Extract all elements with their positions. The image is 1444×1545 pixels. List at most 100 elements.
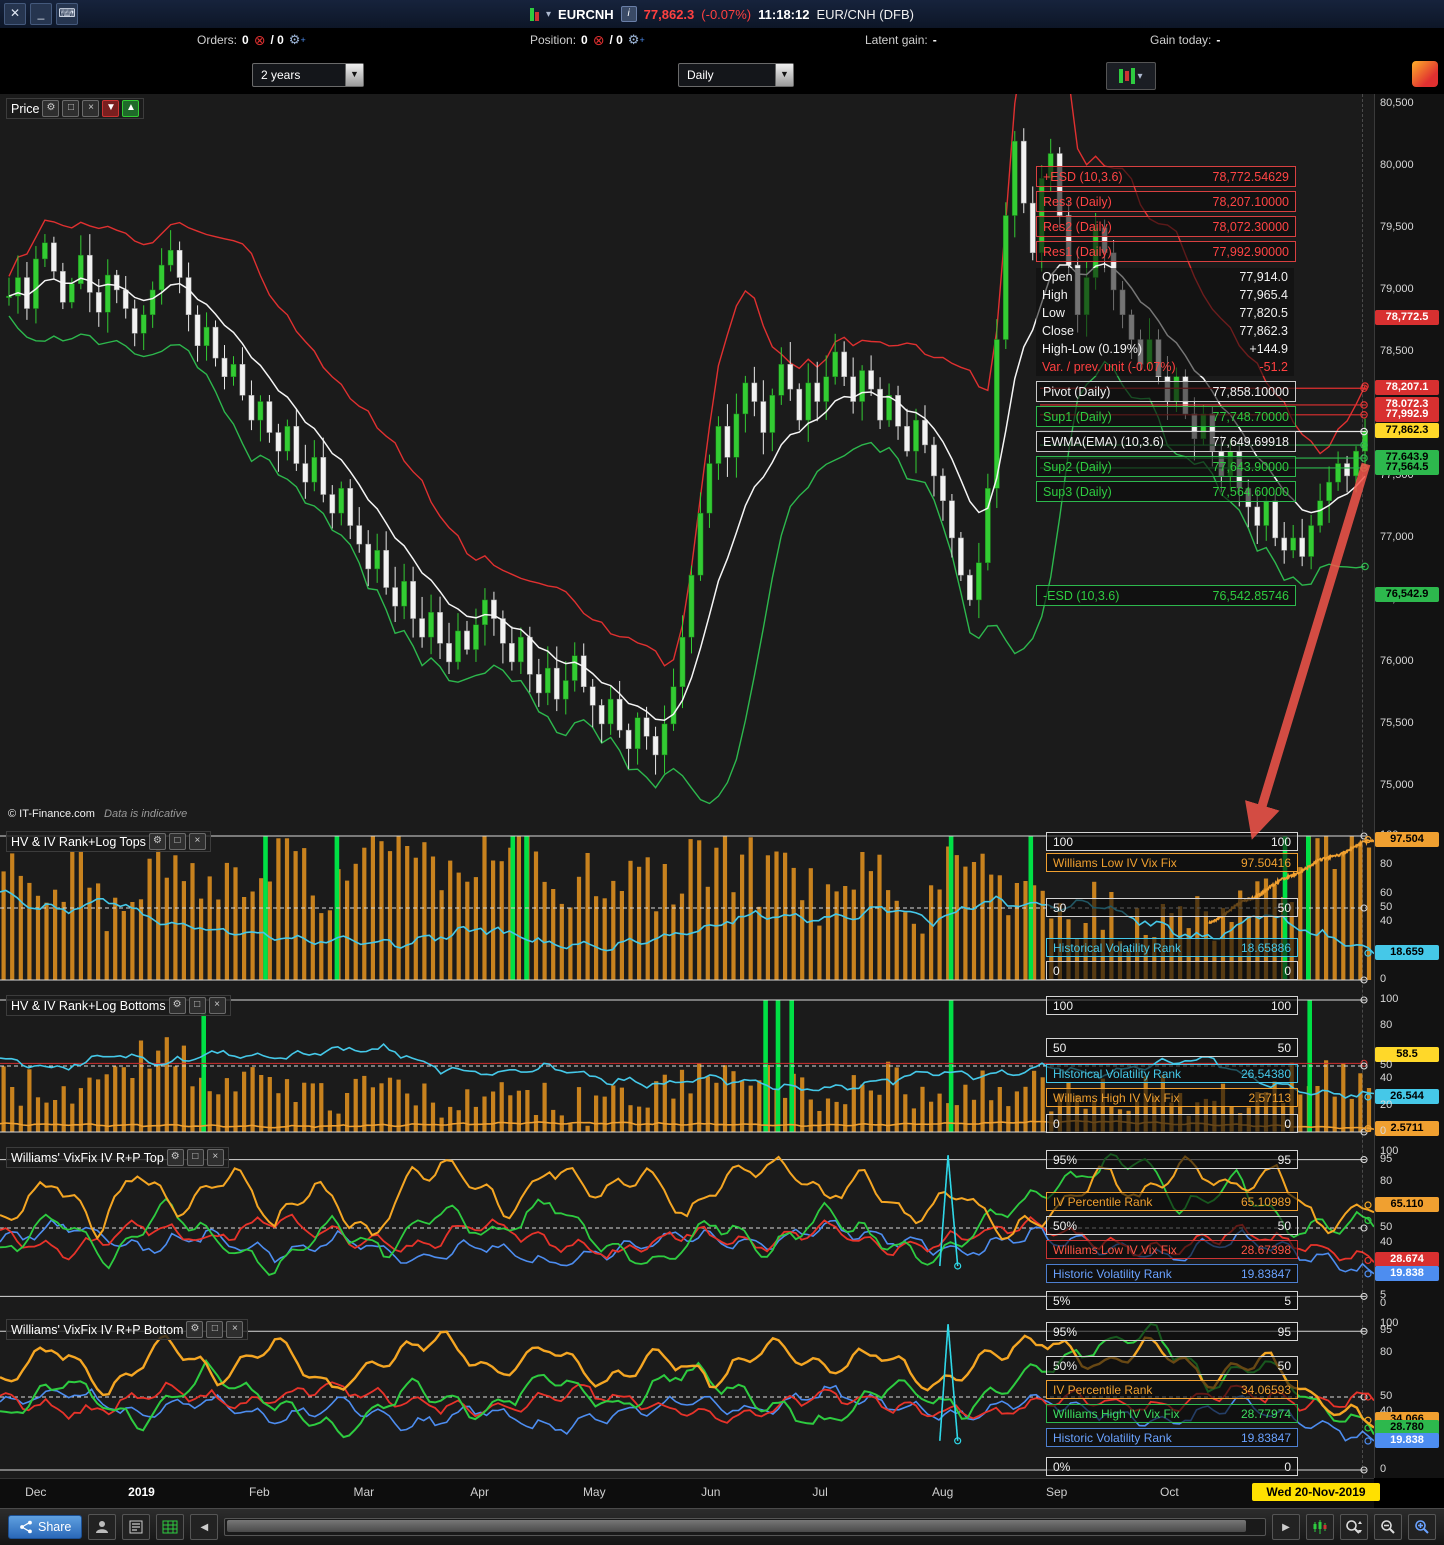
latent-gain-group: Latent gain: - (865, 33, 937, 47)
indicator-legend-row: 50 50 (1046, 898, 1298, 917)
position-settings-icon[interactable]: ⚙+ (628, 33, 645, 47)
indicator-value-box: Sup2 (Daily) 77,643.90000 (1036, 456, 1296, 477)
scroll-right-button[interactable]: ▶ (1272, 1514, 1300, 1540)
indicator-panel-header: HV & IV Rank+Log Bottoms ⚙ □ × (6, 995, 231, 1016)
indicator-legend-row: 100 100 (1046, 996, 1298, 1015)
indicator-legend-row: Williams Low IV Vix Fix 97.50416 (1046, 853, 1298, 872)
indicator-value-box: Sup3 (Daily) 77,564.60000 (1036, 481, 1296, 502)
symbol-name[interactable]: EURCNH (558, 7, 614, 22)
scrollbar-thumb[interactable] (227, 1520, 1247, 1532)
position-label: Position: (530, 33, 577, 47)
watchlist-table-icon[interactable] (156, 1514, 185, 1540)
time-axis[interactable]: Wed 20-Nov-2019 Dec 2019 Feb Mar Apr May Jun Ju… (0, 1478, 1380, 1509)
range-select-value: 2 years (261, 68, 301, 82)
orders-extra: / 0 (270, 33, 284, 47)
indicator-legend-row: Historic Volatility Rank 19.83847 (1046, 1264, 1298, 1283)
instrument-name: EUR/CNH (DFB) (816, 6, 914, 22)
chart-style-button[interactable]: ▾ (1106, 62, 1156, 90)
window-icon[interactable]: □ (206, 1321, 224, 1338)
indicator-panel-header: Williams' VixFix IV R+P Top ⚙ □ × (6, 1147, 229, 1168)
wrench-icon[interactable]: ⚙ (186, 1321, 204, 1338)
wrench-icon[interactable]: ⚙ (148, 833, 166, 850)
zoom-fit-icon[interactable] (1340, 1514, 1368, 1540)
zoom-in-icon[interactable] (1408, 1514, 1436, 1540)
chevron-down-icon[interactable]: ▼ (345, 64, 363, 86)
trading-accounts-icon[interactable] (88, 1514, 117, 1540)
time-axis-label: May (582, 1485, 606, 1499)
close-icon[interactable]: × (206, 1149, 224, 1166)
time-axis-label: Oct (1160, 1485, 1179, 1499)
close-icon[interactable]: × (208, 997, 226, 1014)
scroll-left-button[interactable]: ◀ (190, 1514, 219, 1540)
indicator-legend-row: Historical Volatility Rank 18.65886 (1046, 938, 1298, 957)
chart-mode-icon[interactable] (1306, 1514, 1334, 1540)
close-icon[interactable]: × (188, 833, 206, 850)
ohlc-info-box: Open 77,914.0 High 77,965.4 Low 77,820.5 Close… (1036, 268, 1294, 376)
indicator-legend-row: Historical Volatility Rank 26.54380 (1046, 1064, 1298, 1083)
share-label: Share (38, 1520, 72, 1534)
chevron-down-icon[interactable]: ▼ (775, 64, 793, 86)
cancel-orders-icon[interactable]: ⊗ (254, 33, 266, 47)
trading-app-window: ✕ _ ⌨ ▾ EURCNH i 77,862.3 (-0.07%) 11:18… (0, 0, 1444, 1545)
time-axis-label: 2019 (128, 1485, 155, 1499)
time-axis-label: Sep (1045, 1485, 1068, 1499)
price-panel-header: Price ⚙ □ × ▼ ▲ (6, 98, 145, 119)
zoom-out-icon[interactable] (1374, 1514, 1402, 1540)
indicator-legend-row: IV Percentile Rank 65.10989 (1046, 1192, 1298, 1211)
indicator-legend-row: 0% 0 (1046, 1457, 1298, 1476)
time-axis-label: Jun (701, 1485, 721, 1499)
titlebar: ✕ _ ⌨ ▾ EURCNH i 77,862.3 (-0.07%) 11:18… (0, 0, 1444, 29)
horizontal-scrollbar[interactable] (224, 1518, 1266, 1536)
price-change: (-0.07%) (701, 6, 752, 22)
gain-today-label: Gain today: (1150, 33, 1212, 47)
time-axis-label: Dec (25, 1485, 47, 1499)
indicator-legend-row: Williams High IV Vix Fix 28.77974 (1046, 1404, 1298, 1423)
indicator-value-box: Res2 (Daily) 78,072.30000 (1036, 216, 1296, 237)
ohlc-row: Open 77,914.0 (1042, 270, 1288, 284)
price-axis-strip[interactable] (1374, 94, 1444, 1478)
time-axis-label: Feb (249, 1485, 270, 1499)
close-icon[interactable]: × (226, 1321, 244, 1338)
app-logo-icon[interactable] (1412, 61, 1438, 87)
orders-settings-icon[interactable]: ⚙+ (289, 33, 306, 47)
wrench-icon[interactable]: ⚙ (168, 997, 186, 1014)
wrench-icon[interactable]: ⚙ (166, 1149, 184, 1166)
position-group: Position: 0 ⊗ / 0 ⚙+ (530, 33, 645, 48)
close-position-icon[interactable]: ⊗ (593, 33, 605, 47)
news-icon[interactable] (122, 1514, 151, 1540)
latent-gain-label: Latent gain: (865, 33, 928, 47)
close-icon[interactable]: × (82, 100, 100, 117)
orders-group: Orders: 0 ⊗ / 0 ⚙+ (197, 33, 306, 48)
symbol-dropdown-caret[interactable]: ▾ (546, 9, 551, 20)
indicator-panel-title: Williams' VixFix IV R+P Top (11, 1150, 164, 1165)
period-select-value: Daily (687, 68, 714, 82)
quote-time: 11:18:12 (758, 6, 810, 22)
price-panel-title: Price (11, 101, 40, 116)
indicator-legend-row: 95% 95 (1046, 1150, 1298, 1169)
titlebar-center: ▾ EURCNH i 77,862.3 (-0.07%) 11:18:12 EU… (0, 0, 1444, 28)
indicator-legend-row: 50 50 (1046, 1038, 1298, 1057)
sell-arrow-icon[interactable]: ▼ (102, 100, 120, 117)
position-extra: / 0 (609, 33, 623, 47)
range-select[interactable]: 2 years ▼ (252, 63, 364, 87)
window-icon[interactable]: □ (186, 1149, 204, 1166)
wrench-icon[interactable]: ⚙ (42, 100, 60, 117)
window-icon[interactable]: □ (188, 997, 206, 1014)
chart-toolbar: 2 years ▼ Daily ▼ ▾ (0, 56, 1444, 94)
indicator-value-box: EWMA(EMA) (10,3.6) 77,649.69918 (1036, 431, 1296, 452)
window-icon[interactable]: □ (168, 833, 186, 850)
indicator-legend-row: 50% 50 (1046, 1356, 1298, 1375)
indicator-legend-row: Historic Volatility Rank 19.83847 (1046, 1428, 1298, 1447)
position-count: 0 (581, 33, 588, 47)
indicator-legend-row: IV Percentile Rank 34.06593 (1046, 1380, 1298, 1399)
indicator-legend-row: 00 (1046, 1114, 1298, 1133)
indicator-value-box: +ESD (10,3.6) 78,772.54629 (1036, 166, 1296, 187)
window-icon[interactable]: □ (62, 100, 80, 117)
share-button[interactable]: Share (8, 1515, 83, 1539)
last-price: 77,862.3 (643, 6, 695, 22)
info-icon[interactable]: i (620, 6, 637, 22)
indicator-panel-title: HV & IV Rank+Log Bottoms (11, 998, 166, 1013)
indicator-panel-title: Williams' VixFix IV R+P Bottom (11, 1322, 184, 1337)
buy-arrow-icon[interactable]: ▲ (122, 100, 140, 117)
period-select[interactable]: Daily ▼ (678, 63, 794, 87)
